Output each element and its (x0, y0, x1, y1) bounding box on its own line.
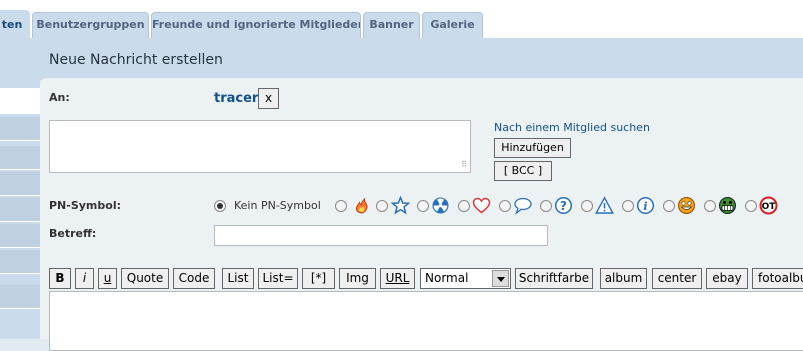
no-icon-radio[interactable] (214, 200, 226, 212)
resize-grip-icon[interactable]: ⠿ (461, 161, 467, 169)
question-icon: ? (554, 196, 573, 215)
mrgreen-icon (678, 197, 695, 214)
sidebar-item[interactable] (0, 198, 40, 222)
tab-friends-foes[interactable]: Freunde und ignorierte Mitglieder (151, 12, 361, 38)
tab-label: ten (1, 18, 23, 31)
bold-button[interactable]: B (49, 268, 71, 289)
icon-radio-mrgreen[interactable] (663, 200, 675, 212)
font-size-value: Normal (425, 271, 469, 285)
chevron-down-icon[interactable] (492, 270, 509, 287)
icon-radio-warning[interactable] (581, 200, 593, 212)
search-member-link[interactable]: Nach einem Mitglied suchen (494, 121, 650, 134)
img-button[interactable]: Img (339, 268, 376, 289)
recipient-input[interactable]: ⠿ (49, 120, 471, 173)
icon-radio-fire[interactable] (335, 200, 347, 212)
no-icon-label: Kein PN-Symbol (234, 199, 321, 212)
info-icon: i (636, 196, 655, 215)
icon-radio-heart[interactable] (458, 200, 470, 212)
tab-bar: ten Benutzergruppen Freunde und ignorier… (0, 0, 803, 38)
bcc-button[interactable]: [ BCC ] (494, 161, 552, 181)
svg-text:?: ? (560, 199, 567, 213)
list-button[interactable]: List (222, 268, 254, 289)
font-size-select[interactable]: Normal (420, 268, 511, 289)
pm-icon-label: PN-Symbol: (49, 199, 121, 212)
recipient-name[interactable]: tracer (214, 91, 258, 106)
page-title: Neue Nachricht erstellen (49, 52, 223, 68)
sidebar-item[interactable] (0, 172, 40, 196)
tab-messages[interactable]: ten (0, 10, 30, 38)
sidebar-item[interactable] (0, 224, 40, 248)
to-label: An: (49, 91, 70, 104)
heart-icon (472, 197, 491, 214)
star-icon (391, 196, 410, 215)
sidebar-item[interactable] (0, 285, 40, 309)
tab-label: Galerie (430, 18, 475, 31)
code-button[interactable]: Code (173, 268, 215, 289)
subject-input[interactable] (214, 225, 548, 246)
icon-radio-question[interactable] (540, 200, 552, 212)
list-item-button[interactable]: [*] (302, 268, 335, 289)
underline-button[interactable]: u (98, 268, 117, 289)
panel-header: Neue Nachricht erstellen (40, 38, 803, 80)
remove-recipient-button[interactable]: x (258, 88, 279, 109)
sidebar-item[interactable] (0, 117, 40, 141)
radioactive-icon (432, 197, 449, 214)
sidebar-item[interactable] (0, 146, 40, 170)
center-button[interactable]: center (652, 268, 702, 289)
biggrin-icon (719, 197, 736, 214)
sidebar-active-item[interactable] (0, 88, 40, 114)
ebay-button[interactable]: ebay (706, 268, 748, 289)
speech-bubble-icon (514, 197, 532, 215)
tab-label: Banner (369, 18, 414, 31)
tab-label: Benutzergruppen (36, 18, 145, 31)
icon-radio-biggrin[interactable] (704, 200, 716, 212)
fotoalbum-button[interactable]: fotoalbum (752, 268, 803, 289)
offtopic-icon: OT (759, 196, 778, 215)
icon-radio-speech[interactable] (499, 200, 511, 212)
subject-label: Betreff: (49, 227, 97, 240)
quote-button[interactable]: Quote (121, 268, 169, 289)
svg-text:OT: OT (762, 202, 777, 212)
italic-button[interactable]: i (75, 268, 94, 289)
warning-icon (595, 196, 614, 214)
icon-radio-info[interactable] (622, 200, 634, 212)
url-button[interactable]: URL (380, 268, 415, 289)
album-button[interactable]: album (600, 268, 647, 289)
list-ordered-button[interactable]: List= (258, 268, 298, 289)
add-recipient-button[interactable]: Hinzufügen (494, 138, 571, 158)
svg-text:i: i (643, 200, 647, 213)
icon-radio-radioactive[interactable] (417, 200, 429, 212)
icon-radio-star[interactable] (376, 200, 388, 212)
font-color-button[interactable]: Schriftfarbe (515, 268, 593, 289)
tab-usergroups[interactable]: Benutzergruppen (32, 12, 149, 38)
sidebar-item[interactable] (0, 250, 40, 274)
fire-icon (355, 197, 368, 214)
tab-gallery[interactable]: Galerie (422, 12, 483, 38)
tab-label: Freunde und ignorierte Mitglieder (152, 18, 361, 31)
icon-radio-offtopic[interactable] (745, 200, 757, 212)
message-editor[interactable] (49, 291, 803, 351)
tab-banner[interactable]: Banner (363, 12, 420, 38)
